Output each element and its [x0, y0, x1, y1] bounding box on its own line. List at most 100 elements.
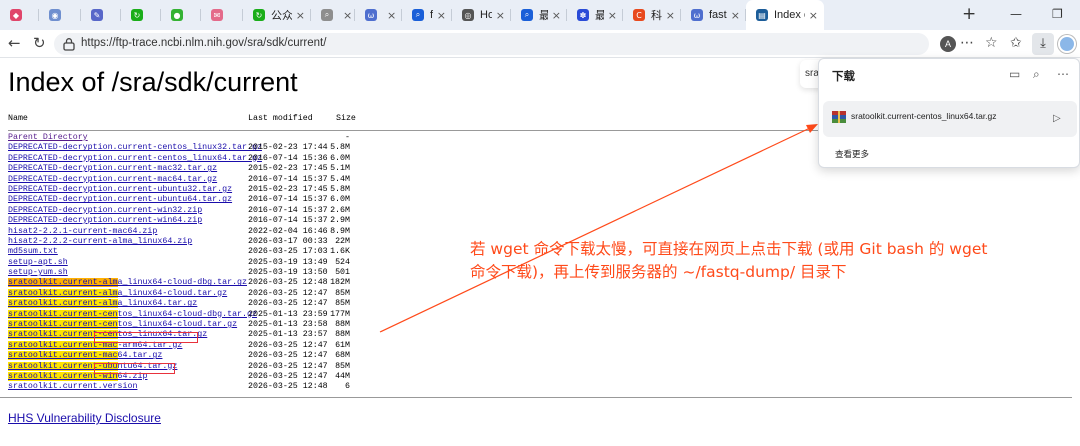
file-size: 85M — [335, 299, 350, 309]
file-size: 5.8M — [330, 184, 350, 194]
tab-label: 公众号 — [271, 10, 292, 22]
file-size: 6.0M — [330, 195, 350, 205]
site-info-icon[interactable] — [62, 37, 76, 51]
url-text[interactable]: https://ftp-trace.ncbi.nlm.nih.gov/sra/s… — [81, 37, 326, 49]
close-icon[interactable]: × — [552, 9, 561, 22]
column-header-size[interactable]: Size — [336, 114, 356, 124]
tab[interactable]: ⌕ fasterq × — [402, 0, 452, 30]
tab[interactable]: ✉ — [201, 0, 243, 30]
close-icon[interactable]: × — [731, 9, 740, 22]
file-size: 182M — [330, 278, 350, 288]
tab[interactable]: ✽ 最新版 × — [567, 0, 623, 30]
column-header-modified[interactable]: Last modified — [248, 114, 313, 124]
table-row: sratoolkit.current-win64.zip 2026-03-25 1… — [8, 371, 368, 382]
close-icon[interactable]: × — [809, 9, 818, 22]
highlight-box-centos — [94, 332, 198, 343]
file-size: 85M — [335, 361, 350, 371]
close-icon[interactable]: × — [666, 9, 675, 22]
tab[interactable]: ⌕ 最新版 × — [511, 0, 567, 30]
file-size: 6.0M — [330, 153, 350, 163]
extension-icon[interactable]: A — [940, 36, 956, 52]
tab[interactable]: ↻ 公众号 × — [243, 0, 311, 30]
more-icon[interactable]: ⋯ — [1057, 68, 1069, 81]
hhs-vulnerability-link[interactable]: HHS Vulnerability Disclosure — [8, 411, 161, 425]
see-more-link[interactable]: 查看更多 — [835, 148, 869, 160]
tab[interactable]: ◎ HowTo × — [452, 0, 511, 30]
file-size: 501 — [335, 268, 350, 278]
table-row: DEPRECATED-decryption.current-ubuntu64.t… — [8, 195, 368, 205]
close-icon[interactable]: × — [496, 9, 505, 22]
globe-icon: ◉ — [49, 9, 61, 21]
tab[interactable]: ω人类肌× — [355, 0, 402, 30]
scholar-icon: ω — [365, 9, 377, 21]
tab[interactable]: ● — [161, 0, 201, 30]
tab-label: HowTo — [480, 9, 492, 21]
table-row: sratoolkit.current-alma_linux64-cloud-db… — [8, 278, 368, 288]
search-icon[interactable]: ⌕ — [1033, 68, 1040, 81]
file-size: 524 — [335, 257, 350, 267]
mail-icon: ✉ — [211, 9, 223, 21]
tab[interactable]: ◉ — [39, 0, 81, 30]
new-tab-button[interactable]: + — [962, 6, 976, 23]
profile-avatar[interactable] — [1058, 35, 1076, 53]
archive-icon — [832, 111, 846, 123]
more-icon[interactable]: ⋯ — [960, 36, 974, 51]
scholar-icon: ω — [691, 9, 703, 21]
download-item[interactable]: sratoolkit.current-centos_linux64.tar.gz… — [823, 101, 1077, 137]
file-size: 44M — [335, 371, 350, 381]
tab[interactable]: ◆ — [0, 0, 39, 30]
table-row: sratoolkit.current.version 2026-03-25 12:… — [8, 382, 368, 392]
close-icon[interactable]: × — [296, 9, 305, 22]
table-row: sratoolkit.current-mac64.tar.gz 2026-03-2… — [8, 351, 368, 361]
favorites-icon[interactable]: ✩ — [1010, 36, 1022, 51]
tab[interactable]: C 科研人 × — [623, 0, 681, 30]
browser-toolbar: ← ↻ https://ftp-trace.ncbi.nlm.nih.gov/s… — [0, 30, 1080, 58]
column-header-name[interactable]: Name — [8, 114, 28, 124]
table-row: sratoolkit.current-centos_linux64-cloud-… — [8, 309, 368, 320]
table-row: sratoolkit.current-alma_linux64.tar.gz 20… — [8, 299, 368, 309]
address-bar[interactable]: https://ftp-trace.ncbi.nlm.nih.gov/sra/s… — [54, 33, 929, 55]
downloads-title: 下载 — [832, 69, 855, 83]
file-size: 6 — [345, 382, 350, 392]
tab[interactable]: ⌕决定人× — [311, 0, 355, 30]
restore-button[interactable]: ❐ — [1052, 7, 1063, 21]
table-row: setup-apt.sh 2025-03-19 13:49 524 — [8, 258, 368, 268]
close-icon[interactable]: × — [608, 9, 617, 22]
annotation-note: 若 wget 命令下载太慢，可直接在网页上点击下载 (或用 Git bash 的… — [470, 238, 1070, 284]
tab[interactable]: ✎ — [81, 0, 121, 30]
file-size: 5.4M — [330, 174, 350, 184]
download-filename[interactable]: sratoolkit.current-centos_linux64.tar.gz — [851, 111, 997, 121]
tab[interactable]: ω fasterq × — [681, 0, 746, 30]
minimize-button[interactable]: — — [1010, 7, 1022, 21]
file-size: 85M — [335, 288, 350, 298]
globe-icon: ◎ — [462, 9, 474, 21]
close-icon[interactable]: × — [437, 9, 446, 22]
play-icon[interactable]: ▷ — [1053, 113, 1061, 124]
table-row: DEPRECATED-decryption.current-mac32.tar.… — [8, 164, 368, 174]
back-button[interactable]: ← — [8, 35, 21, 51]
folder-icon[interactable]: ▭ — [1009, 68, 1020, 81]
table-row: DEPRECATED-decryption.current-centos_lin… — [8, 143, 368, 153]
tab[interactable]: ▤ Index o × — [746, 0, 824, 30]
tab-list: ◆◉✎↻●✉↻公众号×⌕决定人×ω人类肌×⌕fasterq×◎HowTo×⌕最新… — [0, 0, 824, 30]
table-row: DEPRECATED-decryption.current-win32.zip 2… — [8, 206, 368, 216]
table-row: DEPRECATED-decryption.current-ubuntu32.t… — [8, 185, 368, 195]
close-icon[interactable]: × — [343, 9, 352, 22]
table-row: sratoolkit.current-alma_linux64-cloud.ta… — [8, 288, 368, 299]
tab[interactable]: ↻ — [121, 0, 161, 30]
table-row: md5sum.txt 2026-03-25 17:03 1.6K — [8, 247, 368, 257]
refresh-button[interactable]: ↻ — [33, 35, 46, 51]
search-icon: ⌕ — [412, 9, 424, 21]
close-icon[interactable]: × — [387, 9, 396, 22]
page-title: Index of /sra/sdk/current — [8, 67, 298, 97]
table-row: hisat2-2.2.2-current-alma_linux64.zip 202… — [8, 237, 368, 247]
favorite-star-icon[interactable]: ☆ — [985, 36, 998, 51]
downloads-button[interactable]: ⤓ — [1032, 33, 1054, 55]
file-size: 2.6M — [330, 205, 350, 215]
file-rows: Parent Directory - DEPRECATED-decryption.c… — [8, 133, 368, 393]
table-row: DEPRECATED-decryption.current-win64.zip 2… — [8, 216, 368, 226]
downloads-panel: 下载 ▭ ⌕ ⋯ sratoolkit.current-centos_linux… — [818, 58, 1080, 168]
chat-icon: ● — [171, 9, 183, 21]
table-row: sratoolkit.current-ubuntu64.tar.gz 2026-0… — [8, 361, 368, 372]
table-row: DEPRECATED-decryption.current-mac64.tar.… — [8, 175, 368, 185]
